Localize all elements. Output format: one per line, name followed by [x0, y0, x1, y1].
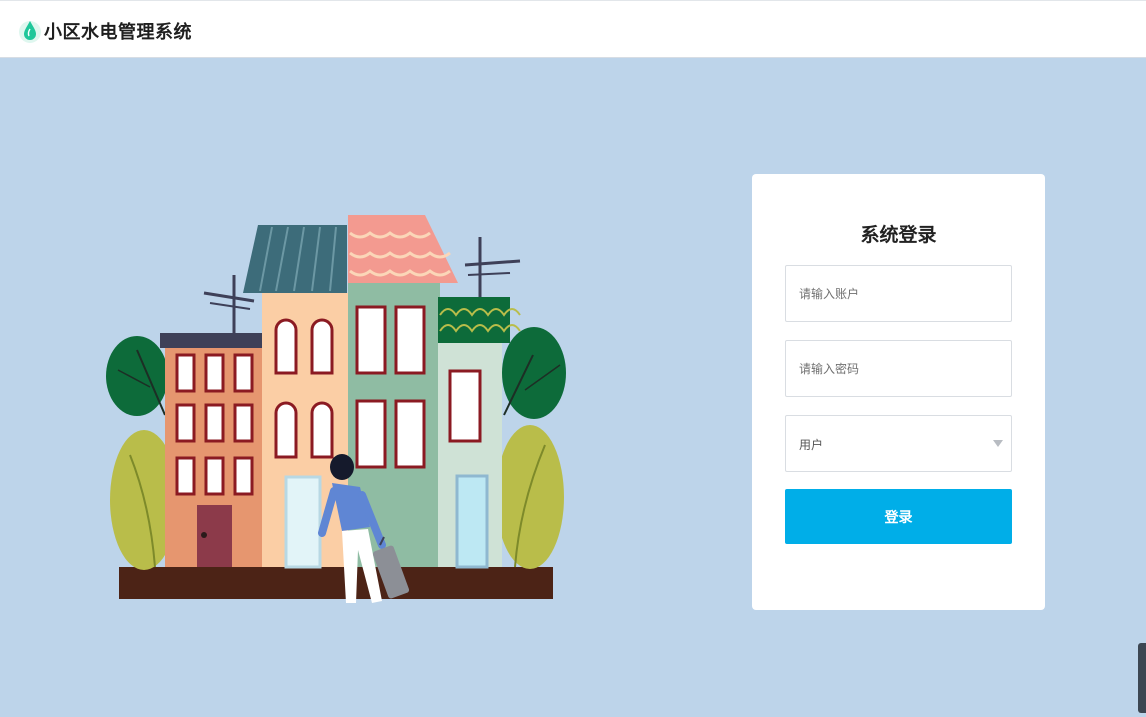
top-header-bar: 小区水电管理系统 [0, 0, 1146, 58]
community-buildings-illustration [106, 215, 566, 603]
water-drop-icon [19, 21, 41, 43]
password-field[interactable] [785, 340, 1012, 397]
login-title: 系统登录 [860, 224, 937, 246]
chevron-down-icon [993, 440, 1003, 447]
account-field[interactable] [785, 265, 1012, 322]
account-input[interactable] [786, 266, 1011, 321]
side-panel-handle[interactable] [1138, 643, 1146, 713]
login-button[interactable]: 登录 [785, 489, 1012, 544]
role-select-value: 用户 [799, 438, 824, 452]
app-title: 小区水电管理系统 [44, 22, 192, 43]
login-card: 系统登录 用户 登录 [752, 174, 1045, 610]
role-select[interactable]: 用户 [785, 415, 1012, 472]
password-input[interactable] [786, 341, 1011, 396]
